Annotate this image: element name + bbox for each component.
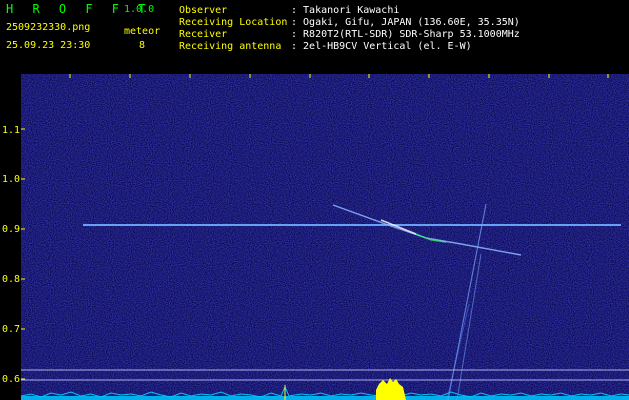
capture-datetime: 25.09.23 23:30 <box>6 40 91 51</box>
location-value: : Ogaki, Gifu, JAPAN (136.60E, 35.35N) <box>291 17 520 28</box>
observer-label: Observer <box>179 5 228 16</box>
noise-texture <box>21 74 629 400</box>
location-label: Receiving Location <box>179 17 288 28</box>
spectrogram-panel <box>21 74 629 400</box>
y-axis: 1.1 1.0 0.9 0.8 0.7 0.6 <box>0 74 21 400</box>
y-tick: 0.6 <box>1 374 20 385</box>
y-tick: 1.1 <box>1 125 20 136</box>
receiver-value: : R820T2(RTL-SDR) SDR-Sharp 53.1000MHz <box>291 29 520 40</box>
mode-label: meteor <box>124 26 161 37</box>
receiver-label: Receiver <box>179 29 228 40</box>
y-tick: 0.8 <box>1 274 20 285</box>
spectrum-floor <box>21 396 629 400</box>
meteor-count: 8 <box>139 40 146 51</box>
antenna-label: Receiving antenna <box>179 41 282 52</box>
observer-value: : Takanori Kawachi <box>291 5 400 16</box>
y-tick: 1.0 <box>1 174 20 185</box>
y-tick: 0.7 <box>1 324 20 335</box>
header-panel: H R O F F T 1.0.0 2509232330.png meteor … <box>0 0 629 74</box>
app-version: 1.0.0 <box>124 4 155 15</box>
y-tick: 0.9 <box>1 224 20 235</box>
image-filename: 2509232330.png <box>6 22 91 33</box>
antenna-value: : 2el-HB9CV Vertical (el. E-W) <box>291 41 472 52</box>
spectrogram <box>21 74 629 400</box>
